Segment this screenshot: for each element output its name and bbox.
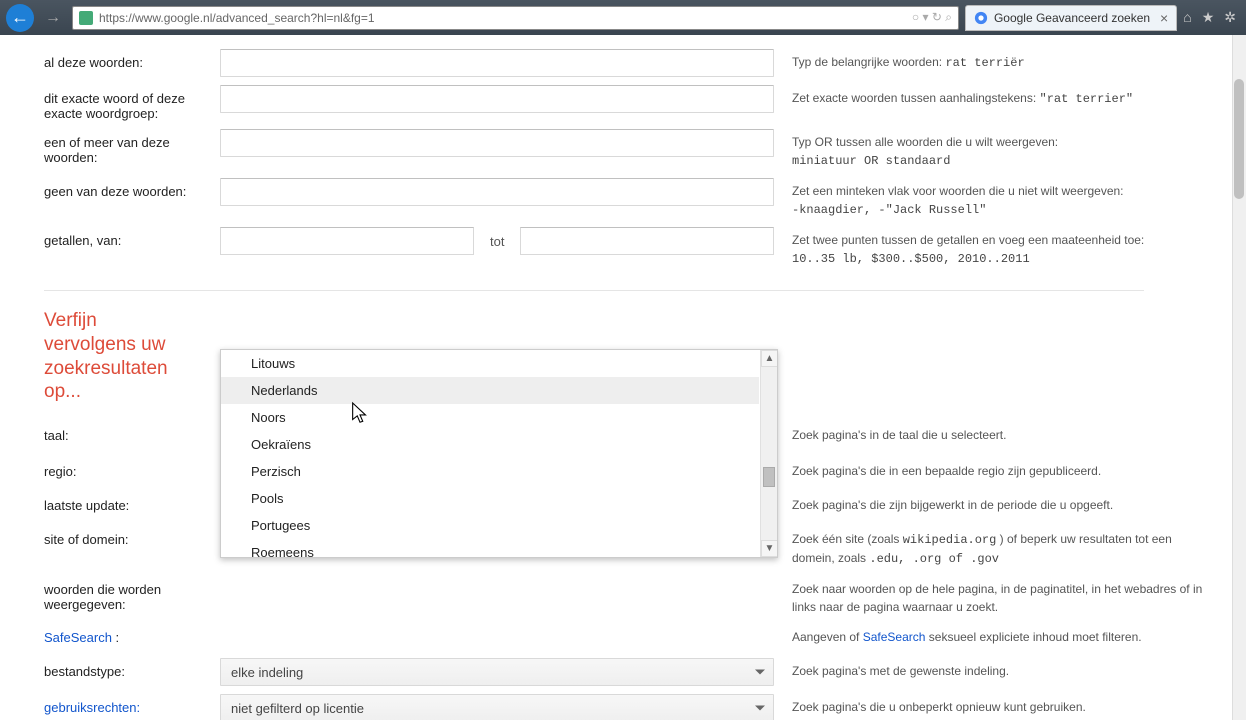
row-terms-appearing: woorden die worden weergegeven: Zoek naa…: [0, 572, 1246, 620]
language-option[interactable]: Noors: [221, 404, 759, 431]
page-scrollbar-thumb[interactable]: [1234, 79, 1244, 199]
label-any: een of meer van deze woorden:: [44, 129, 220, 165]
scroll-down-button[interactable]: ▼: [761, 540, 778, 557]
safesearch-link[interactable]: SafeSearch: [863, 630, 926, 644]
hint-all-words: Typ de belangrijke woorden: rat terriër: [778, 49, 1206, 72]
chevron-down-icon: [755, 706, 765, 711]
dropdown-scrollbar[interactable]: ▲ ▼: [760, 350, 777, 557]
forward-button[interactable]: →: [40, 5, 66, 31]
hint-none: Zet een minteken vlak voor woorden die u…: [778, 178, 1206, 219]
label-last-update: laatste update:: [44, 492, 220, 513]
bookmark-icon[interactable]: ★: [1202, 9, 1215, 26]
url-actions: ○ ▾ ↻ ⌕: [912, 10, 952, 25]
hint-language: Zoek pagina's in de taal die u selecteer…: [778, 422, 1206, 444]
numbers-to-label: tot: [490, 234, 504, 249]
refine-heading: Verfijn vervolgens uw zoekresultaten op.…: [0, 305, 190, 418]
input-number-from[interactable]: [220, 227, 474, 255]
page-scrollbar[interactable]: [1232, 35, 1246, 720]
hint-any: Typ OR tussen alle woorden die u wilt we…: [778, 129, 1206, 170]
hint-terms-appearing: Zoek naar woorden op de hele pagina, in …: [778, 576, 1206, 616]
label-all-words: al deze woorden:: [44, 49, 220, 70]
hint-usage: Zoek pagina's die u onbeperkt opnieuw ku…: [778, 694, 1206, 716]
label-safesearch: SafeSearch :: [44, 624, 220, 645]
hint-last-update: Zoek pagina's die zijn bijgewerkt in de …: [778, 492, 1206, 514]
row-safesearch: SafeSearch : Aangeven of SafeSearch seks…: [0, 620, 1246, 654]
home-icon[interactable]: ⌂: [1183, 9, 1191, 26]
hint-site: Zoek één site (zoals wikipedia.org ) of …: [778, 526, 1206, 568]
row-all-words: al deze woorden: Typ de belangrijke woor…: [0, 45, 1246, 81]
chevron-down-icon: [755, 670, 765, 675]
tab-close-button[interactable]: ×: [1160, 10, 1168, 26]
browser-toolbar: ← → https://www.google.nl/advanced_searc…: [0, 0, 1246, 35]
label-terms-appearing: woorden die worden weergegeven:: [44, 576, 220, 612]
label-numbers: getallen, van:: [44, 227, 220, 248]
row-filetype: bestandstype: elke indeling Zoek pagina'…: [0, 654, 1246, 690]
input-number-to[interactable]: [520, 227, 774, 255]
tab-title: Google Geavanceerd zoeken: [994, 11, 1150, 25]
select-filetype[interactable]: elke indeling: [220, 658, 774, 686]
input-none[interactable]: [220, 178, 774, 206]
row-usage: gebruiksrechten: niet gefilterd op licen…: [0, 690, 1246, 720]
url-text: https://www.google.nl/advanced_search?hl…: [99, 11, 375, 25]
input-exact[interactable]: [220, 85, 774, 113]
hint-region: Zoek pagina's die in een bepaalde regio …: [778, 458, 1206, 480]
back-button[interactable]: ←: [6, 4, 34, 32]
label-region: regio:: [44, 458, 220, 479]
language-option[interactable]: Nederlands: [221, 377, 759, 404]
label-usage: gebruiksrechten:: [44, 694, 220, 715]
language-option[interactable]: Pools: [221, 485, 759, 512]
input-any[interactable]: [220, 129, 774, 157]
browser-tab[interactable]: Google Geavanceerd zoeken ×: [965, 5, 1177, 31]
row-numbers: getallen, van: tot Zet twee punten tusse…: [0, 223, 1246, 272]
row-exact: dit exacte woord of deze exacte woordgro…: [0, 81, 1246, 125]
language-option[interactable]: Litouws: [221, 350, 759, 377]
hint-safesearch: Aangeven of SafeSearch seksueel explicie…: [778, 624, 1206, 646]
language-option[interactable]: Perzisch: [221, 458, 759, 485]
label-none: geen van deze woorden:: [44, 178, 220, 199]
input-all-words[interactable]: [220, 49, 774, 77]
label-exact: dit exacte woord of deze exacte woordgro…: [44, 85, 220, 121]
row-any: een of meer van deze woorden: Typ OR tus…: [0, 125, 1246, 174]
site-identity-icon: [79, 11, 93, 25]
scrollbar-thumb[interactable]: [763, 467, 775, 487]
address-bar[interactable]: https://www.google.nl/advanced_search?hl…: [72, 6, 959, 30]
language-option[interactable]: Portugees: [221, 512, 759, 539]
language-option[interactable]: Roemeens: [221, 539, 759, 557]
row-none: geen van deze woorden: Zet een minteken …: [0, 174, 1246, 223]
label-site: site of domein:: [44, 526, 220, 547]
chrome-menu-icons: ⌂ ★ ✲: [1183, 9, 1240, 26]
settings-icon[interactable]: ✲: [1224, 9, 1236, 26]
divider: [44, 290, 1144, 291]
hint-exact: Zet exacte woorden tussen aanhalingsteke…: [778, 85, 1206, 108]
tab-favicon: [974, 11, 988, 25]
label-filetype: bestandstype:: [44, 658, 220, 679]
language-option[interactable]: Oekraïens: [221, 431, 759, 458]
hint-filetype: Zoek pagina's met de gewenste indeling.: [778, 658, 1206, 680]
language-dropdown[interactable]: LitouwsNederlandsNoorsOekraïensPerzischP…: [220, 349, 778, 558]
select-usage[interactable]: niet gefilterd op licentie: [220, 694, 774, 720]
hint-numbers: Zet twee punten tussen de getallen en vo…: [778, 227, 1206, 268]
label-language: taal:: [44, 422, 220, 443]
scroll-up-button[interactable]: ▲: [761, 350, 778, 367]
